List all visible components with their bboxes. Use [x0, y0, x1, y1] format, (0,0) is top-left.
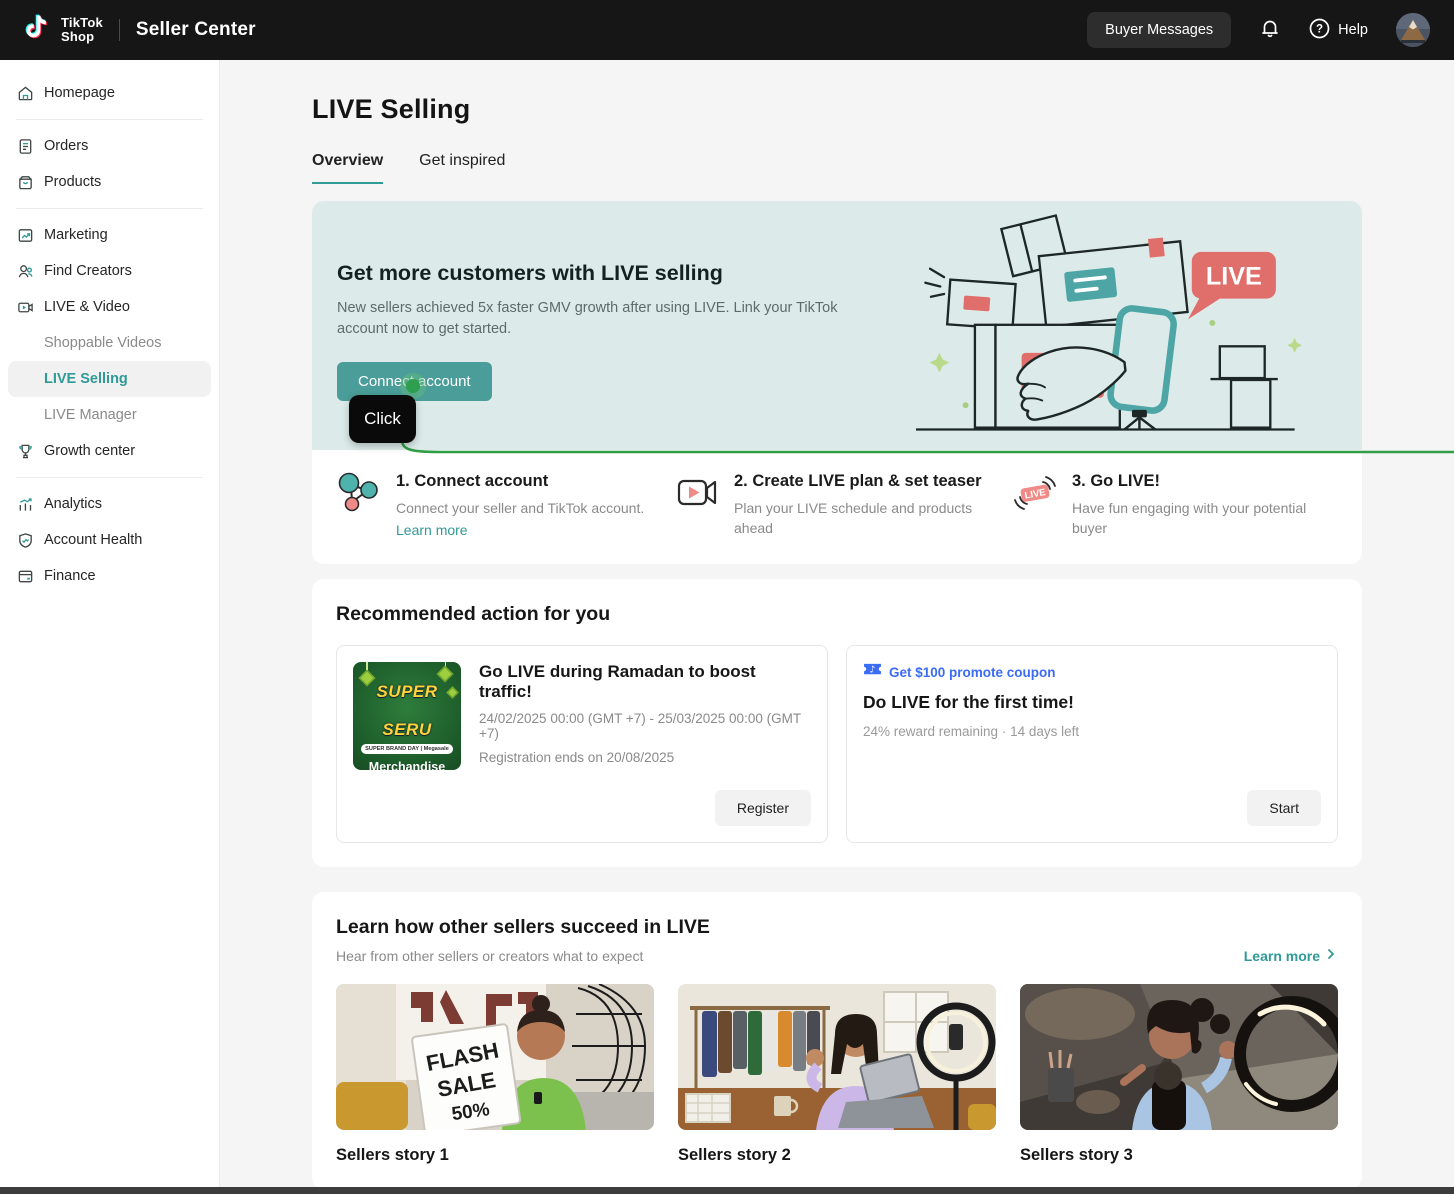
register-button[interactable]: Register: [715, 790, 811, 826]
page-title: LIVE Selling: [312, 94, 1362, 125]
tab-overview[interactable]: Overview: [312, 152, 383, 184]
top-header: TikTok Shop Seller Center Buyer Messages…: [0, 0, 1454, 60]
event-dates: 24/02/2025 00:00 (GMT +7) - 25/03/2025 0…: [479, 711, 811, 741]
account-health-icon: [17, 532, 34, 549]
seller-story-card-2[interactable]: Sellers story 2: [678, 984, 996, 1165]
step-connect-account: 1. Connect account Connect your seller a…: [336, 470, 662, 540]
coupon-label[interactable]: Get $100 promote coupon: [889, 665, 1056, 680]
sidebar-item-marketing[interactable]: Marketing: [0, 217, 219, 253]
help-icon: ?: [1309, 18, 1330, 43]
sidebar-divider: [16, 119, 203, 120]
sidebar-item-shoppable-videos[interactable]: Shoppable Videos: [0, 325, 219, 361]
steps-row: 1. Connect account Connect your seller a…: [312, 450, 1362, 564]
find-creators-icon: [17, 263, 34, 280]
hero-subtitle: New sellers achieved 5x faster GMV growt…: [337, 298, 877, 340]
learn-heading: Learn how other sellers succeed in LIVE: [336, 916, 710, 939]
marketing-icon: [17, 227, 34, 244]
learn-more-link[interactable]: Learn more: [1244, 947, 1338, 964]
recommended-panel: Recommended action for you SUPER SERU SU…: [312, 579, 1362, 867]
svg-text:?: ?: [1316, 23, 1323, 35]
sidebar-divider: [16, 477, 203, 478]
hero-banner: Get more customers with LIVE selling New…: [312, 201, 1362, 450]
sidebar-item-growth-center[interactable]: Growth center: [0, 433, 219, 469]
bottom-bar: [0, 1187, 1454, 1194]
tiktok-note-icon: [24, 13, 51, 48]
step-create-live-plan: 2. Create LIVE plan & set teaser Plan yo…: [674, 470, 1000, 540]
sidebar-item-live-selling[interactable]: LIVE Selling: [8, 361, 211, 397]
sidebar-item-analytics[interactable]: Analytics: [0, 486, 219, 522]
main-content: LIVE Selling Overview Get inspired Get m…: [220, 60, 1454, 1194]
video-camera-icon: [674, 470, 720, 516]
seller-story-label-1: Sellers story 1: [336, 1146, 654, 1165]
sidebar-item-products[interactable]: Products: [0, 164, 219, 200]
sidebar-divider: [16, 208, 203, 209]
avatar[interactable]: [1396, 13, 1430, 47]
coupon-ticket-icon: ♪: [863, 662, 882, 682]
home-icon: [17, 85, 34, 102]
live-video-icon: [17, 299, 34, 316]
products-icon: [17, 174, 34, 191]
first-live-meta: 24% reward remaining · 14 days left: [863, 724, 1321, 739]
seller-story-label-3: Sellers story 3: [1020, 1146, 1338, 1165]
seller-story-card-3[interactable]: Sellers story 3: [1020, 984, 1338, 1165]
sidebar-item-live-video[interactable]: LIVE & Video: [0, 289, 219, 325]
hero-card: Get more customers with LIVE selling New…: [312, 201, 1362, 564]
seller-story-image-3: [1020, 984, 1338, 1130]
event-registration-deadline: Registration ends on 20/08/2025: [479, 750, 811, 765]
buyer-messages-button[interactable]: Buyer Messages: [1087, 12, 1231, 48]
learn-more-link[interactable]: Learn more: [396, 522, 468, 538]
tab-bar: Overview Get inspired: [312, 152, 1362, 184]
analytics-icon: [17, 496, 34, 513]
help-button[interactable]: ? Help: [1309, 18, 1368, 43]
event-thumbnail: SUPER SERU SUPER BRAND DAY | Megasale Me…: [353, 662, 461, 770]
finance-icon: [17, 568, 34, 585]
live-bubble-text: LIVE: [1206, 263, 1262, 291]
live-badge-icon: LIVE: [1012, 470, 1058, 516]
seller-story-image-2: [678, 984, 996, 1130]
hero-title: Get more customers with LIVE selling: [337, 261, 877, 286]
connect-account-button[interactable]: Connect account: [337, 362, 492, 401]
sidebar-item-live-manager[interactable]: LIVE Manager: [0, 397, 219, 433]
header-divider: [119, 19, 120, 41]
learn-subheading: Hear from other sellers or creators what…: [336, 948, 710, 964]
recommended-heading: Recommended action for you: [336, 603, 1338, 626]
sidebar-item-find-creators[interactable]: Find Creators: [0, 253, 219, 289]
svg-text:♪: ♪: [870, 665, 876, 676]
learn-panel: Learn how other sellers succeed in LIVE …: [312, 892, 1362, 1189]
notifications-button[interactable]: [1259, 17, 1281, 43]
start-button[interactable]: Start: [1247, 790, 1321, 826]
live-tag-text: LIVE: [1024, 487, 1047, 502]
bell-icon: [1259, 17, 1281, 43]
first-live-title: Do LIVE for the first time!: [863, 692, 1321, 713]
orders-icon: [17, 138, 34, 155]
chevron-right-icon: [1324, 947, 1338, 964]
step-go-live: LIVE 3. Go LIVE! Have fun engaging with …: [1012, 470, 1338, 540]
growth-center-icon: [17, 443, 34, 460]
event-title: Go LIVE during Ramadan to boost traffic!: [479, 662, 811, 702]
sidebar-item-orders[interactable]: Orders: [0, 128, 219, 164]
seller-story-label-2: Sellers story 2: [678, 1146, 996, 1165]
sidebar-item-homepage[interactable]: Homepage: [0, 75, 219, 111]
ramadan-event-card: SUPER SERU SUPER BRAND DAY | Megasale Me…: [336, 645, 828, 843]
tab-get-inspired[interactable]: Get inspired: [419, 152, 505, 184]
seller-center-title: Seller Center: [136, 19, 256, 41]
seller-story-card-1[interactable]: FLASH SALE 50% Sellers story 1: [336, 984, 654, 1165]
connect-nodes-icon: [336, 470, 382, 516]
sidebar: Homepage Orders Products Marketing Find …: [0, 60, 220, 1187]
sidebar-item-finance[interactable]: Finance: [0, 558, 219, 594]
sidebar-item-account-health[interactable]: Account Health: [0, 522, 219, 558]
first-live-card: ♪ Get $100 promote coupon Do LIVE for th…: [846, 645, 1338, 843]
brand-wordmark: TikTok Shop: [61, 16, 103, 44]
live-selling-illustration: LIVE: [902, 205, 1332, 444]
tiktok-shop-logo[interactable]: TikTok Shop: [24, 13, 103, 48]
seller-story-image-1: FLASH SALE 50%: [336, 984, 654, 1130]
